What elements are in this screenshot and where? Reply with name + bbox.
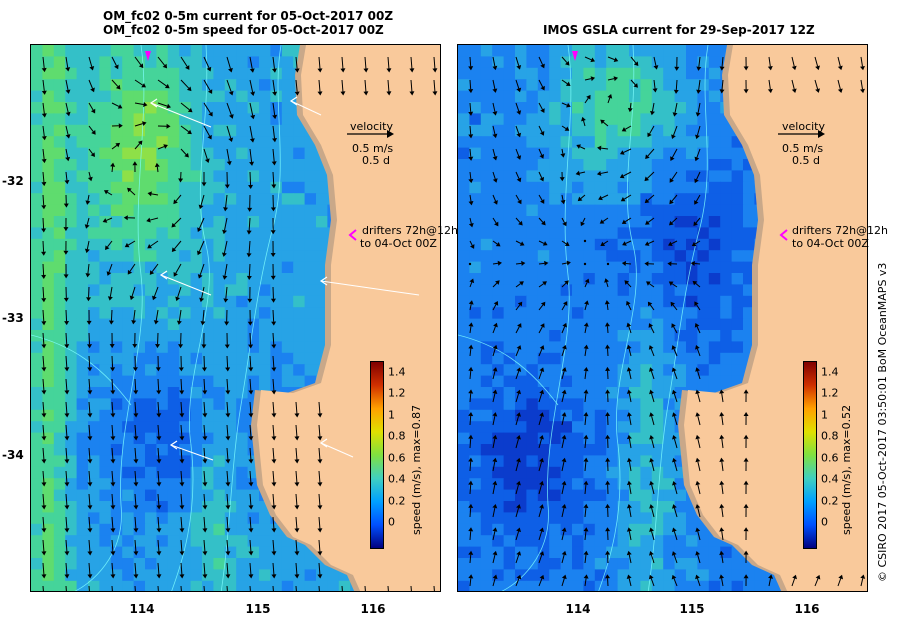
right-colorbar-tick: 1 <box>821 408 828 422</box>
lat-tick-32: -32 <box>2 174 24 188</box>
right-colorbar-tick: 0 <box>821 515 828 529</box>
lat-tick-34: -34 <box>2 448 24 462</box>
left-colorbar-tick: 0.4 <box>388 472 406 486</box>
left-colorbar-title: speed (m/s), max=0.87 <box>410 404 423 535</box>
left-drifter-marker-icon <box>348 229 357 241</box>
right-drifters-line2: to 04-Oct 00Z <box>792 237 869 250</box>
right-colorbar-tick: 0.8 <box>821 429 839 443</box>
right-title: IMOS GSLA current for 29-Sep-2017 12Z <box>543 23 815 37</box>
right-colorbar-tick: 1.2 <box>821 386 839 400</box>
lon-tick-right-115: 115 <box>679 602 705 616</box>
lon-tick-left-115: 115 <box>245 602 271 616</box>
credit-text: © CSIRO 2017 05-Oct-2017 03:50:01 BoM Oc… <box>876 262 889 582</box>
left-colorbar-tick: 1.2 <box>388 386 406 400</box>
left-title-speed: OM_fc02 0-5m speed for 05-Oct-2017 00Z <box>103 23 384 37</box>
right-velocity-days: 0.5 d <box>792 154 820 167</box>
right-colorbar-title: speed (m/s), max=0.52 <box>840 404 853 535</box>
lon-tick-left-114: 114 <box>129 602 155 616</box>
lat-tick-33: -33 <box>2 311 24 325</box>
left-colorbar <box>370 361 384 549</box>
left-colorbar-tick: 0 <box>388 515 395 529</box>
left-drifters-line2: to 04-Oct 00Z <box>360 237 437 250</box>
lon-tick-right-114: 114 <box>565 602 591 616</box>
left-colorbar-tick: 1 <box>388 408 395 422</box>
right-colorbar <box>803 361 817 549</box>
right-velocity-arrow-icon <box>778 130 825 138</box>
right-colorbar-tick: 1.4 <box>821 365 839 379</box>
left-drifters-line1: drifters 72h@12h <box>362 224 459 237</box>
right-colorbar-tick: 0.6 <box>821 451 839 465</box>
right-drifter-marker-icon <box>779 229 788 241</box>
left-colorbar-tick: 1.4 <box>388 365 406 379</box>
lon-tick-left-116: 116 <box>360 602 386 616</box>
left-velocity-arrow-icon <box>347 130 394 138</box>
left-colorbar-tick: 0.2 <box>388 494 406 508</box>
right-colorbar-tick: 0.2 <box>821 494 839 508</box>
left-velocity-days: 0.5 d <box>362 154 390 167</box>
right-drifters-line1: drifters 72h@12h <box>792 224 889 237</box>
left-colorbar-tick: 0.8 <box>388 429 406 443</box>
lon-tick-right-116: 116 <box>794 602 820 616</box>
right-colorbar-tick: 0.4 <box>821 472 839 486</box>
left-colorbar-tick: 0.6 <box>388 451 406 465</box>
left-title-current: OM_fc02 0-5m current for 05-Oct-2017 00Z <box>103 9 394 23</box>
